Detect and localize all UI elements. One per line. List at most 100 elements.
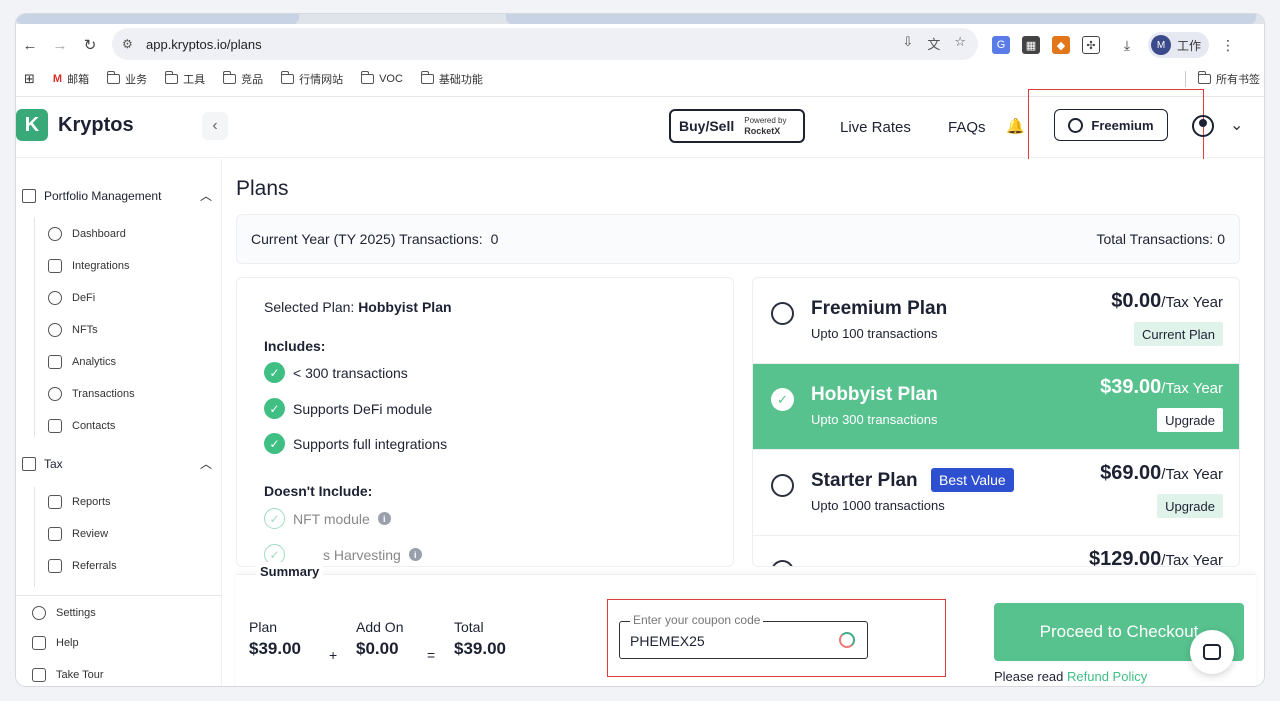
info-icon[interactable]: i <box>408 548 422 561</box>
plan-limit: Upto 100 transactions <box>811 326 938 341</box>
current-year-value: 0 <box>490 231 499 247</box>
forward-icon[interactable]: → <box>48 33 72 57</box>
brand-logo[interactable]: K Kryptos <box>16 109 134 141</box>
summary-total: Total $39.00 <box>454 619 506 658</box>
sidebar-item-contacts[interactable]: Contacts <box>48 419 115 433</box>
faqs-link[interactable]: FAQs <box>948 119 986 136</box>
sidebar-item-nfts[interactable]: NFTs <box>48 323 98 337</box>
notification-bell-icon[interactable]: 🔔 <box>1006 117 1025 135</box>
chat-support-button[interactable] <box>1190 630 1234 674</box>
address-bar[interactable]: ⚙ app.kryptos.io/plans ⇩ 文 ☆ <box>112 28 978 60</box>
sidebar-item-help[interactable]: Help <box>32 636 79 650</box>
browser-tab-active[interactable] <box>506 14 1256 24</box>
info-icon[interactable]: i <box>377 512 391 525</box>
coupon-label: Enter your coupon code <box>630 613 764 627</box>
sidebar-item-analytics[interactable]: Analytics <box>48 355 116 369</box>
wallet-icon <box>48 259 62 273</box>
chat-icon <box>1203 644 1221 660</box>
sidebar-section-portfolio[interactable]: Portfolio Management ︿ <box>22 187 212 204</box>
all-bookmarks[interactable]: 所有书签 <box>1185 71 1260 87</box>
coupon-value[interactable]: PHEMEX25 <box>630 633 705 649</box>
nft-icon <box>48 323 62 337</box>
bookmark-folder[interactable]: 工具 <box>165 71 205 87</box>
sidebar-divider <box>16 595 222 596</box>
summary-tab[interactable]: Summary <box>256 562 324 581</box>
check-circle-icon: ✓ <box>264 398 285 419</box>
summary-addon-value: $0.00 <box>356 639 399 658</box>
plan-radio[interactable] <box>771 560 794 566</box>
bookmark-mail[interactable]: M 邮箱 <box>53 71 89 87</box>
upgrade-button[interactable]: Upgrade <box>1157 408 1223 432</box>
bookmark-folder[interactable]: 竞品 <box>223 71 263 87</box>
coupon-input[interactable]: Enter your coupon code PHEMEX25 <box>619 613 868 659</box>
browser-window: ← → ↻ ⚙ app.kryptos.io/plans ⇩ 文 ☆ G ▦ ◆… <box>16 14 1264 686</box>
download-icon[interactable]: ⤓ <box>1118 36 1136 54</box>
plan-badge-icon <box>1068 117 1084 133</box>
plan-radio[interactable] <box>771 474 794 497</box>
summary-total-value: $39.00 <box>454 639 506 658</box>
translate-icon[interactable]: 文 <box>927 34 940 53</box>
folder-icon <box>165 71 179 84</box>
gmail-icon: M <box>52 73 63 85</box>
sidebar-item-take-tour[interactable]: Take Tour <box>32 668 104 682</box>
bookmark-star-icon[interactable]: ☆ <box>954 34 966 53</box>
sidebar-item-integrations[interactable]: Integrations <box>48 259 129 273</box>
plan-option-freemium[interactable]: Freemium Plan Upto 100 transactions $0.0… <box>753 278 1239 364</box>
chevron-up-icon: ︿ <box>199 457 212 471</box>
refund-policy-link[interactable]: Refund Policy <box>1067 669 1147 684</box>
sidebar-item-dashboard[interactable]: Dashboard <box>48 227 126 241</box>
refund-note: Please read Refund Policy <box>994 669 1148 684</box>
buy-sell-button[interactable]: Buy/Sell Powered by RocketX <box>669 109 805 143</box>
plan-option-next[interactable]: $129.00/Tax Year <box>753 536 1239 566</box>
sidebar-section-tax[interactable]: Tax ︿ <box>22 455 212 472</box>
plan-radio[interactable] <box>771 302 794 325</box>
bookmark-folder[interactable]: 业务 <box>107 71 147 87</box>
sidebar-item-review[interactable]: Review <box>48 527 108 541</box>
extensions-puzzle-icon[interactable]: ✣ <box>1082 36 1100 54</box>
sidebar-item-settings[interactable]: Settings <box>32 606 96 620</box>
reload-icon[interactable]: ↻ <box>78 33 102 57</box>
live-rates-link[interactable]: Live Rates <box>840 119 911 136</box>
url-text[interactable]: app.kryptos.io/plans <box>146 37 262 52</box>
current-plan-button[interactable]: Freemium <box>1054 109 1168 141</box>
sidebar-item-transactions[interactable]: Transactions <box>48 387 135 401</box>
back-icon[interactable]: ← <box>18 33 42 57</box>
bookmark-folder[interactable]: 行情网站 <box>281 71 343 87</box>
browser-tab[interactable] <box>16 14 299 24</box>
chevron-down-icon[interactable]: ⌄ <box>1230 115 1243 135</box>
chevron-up-icon: ︿ <box>199 189 212 203</box>
sidebar-item-reports[interactable]: Reports <box>48 495 111 509</box>
browser-menu-icon[interactable]: ⋮ <box>1221 37 1235 54</box>
install-icon[interactable]: ⇩ <box>902 34 913 53</box>
sidebar-item-defi[interactable]: DeFi <box>48 291 95 305</box>
includes-heading: Includes: <box>264 338 326 354</box>
upgrade-button[interactable]: Upgrade <box>1157 494 1223 518</box>
plan-limit: Upto 1000 transactions <box>811 498 945 513</box>
plan-option-starter[interactable]: Starter Plan Best Value Upto 1000 transa… <box>753 450 1239 536</box>
sidebar-item-referrals[interactable]: Referrals <box>48 559 117 573</box>
defi-icon <box>48 291 62 305</box>
summary-plan: Plan $39.00 <box>249 619 301 658</box>
excludes-heading: Doesn't Include: <box>264 483 373 499</box>
plan-option-hobbyist[interactable]: ✓ Hobbyist Plan Upto 300 transactions $3… <box>753 364 1239 450</box>
sidebar-tree-line <box>34 487 35 587</box>
profile-chip[interactable]: M 工作 <box>1148 32 1210 58</box>
best-value-badge: Best Value <box>931 468 1014 492</box>
bookmark-folder[interactable]: VOC <box>361 71 403 85</box>
translator-extension-icon[interactable]: G <box>992 36 1010 54</box>
folder-icon <box>361 71 375 84</box>
apps-grid-icon[interactable]: ⊞ <box>24 71 35 87</box>
profile-name: 工作 <box>1177 38 1202 53</box>
user-account-icon[interactable] <box>1192 115 1214 137</box>
plus-sign: + <box>329 647 338 663</box>
powered-by: Powered by RocketX <box>744 116 787 136</box>
qr-extension-icon[interactable]: ▦ <box>1022 36 1040 54</box>
bookmark-folder[interactable]: 基础功能 <box>420 71 483 87</box>
site-settings-icon[interactable]: ⚙ <box>122 37 140 51</box>
check-circle-icon[interactable]: ✓ <box>771 388 794 411</box>
collapse-sidebar-button[interactable]: ‹ <box>202 112 228 140</box>
check-circle-icon: ✓ <box>264 362 285 383</box>
brand-name: Kryptos <box>58 113 134 136</box>
metamask-extension-icon[interactable]: ◆ <box>1052 36 1070 54</box>
gift-icon <box>48 559 62 573</box>
